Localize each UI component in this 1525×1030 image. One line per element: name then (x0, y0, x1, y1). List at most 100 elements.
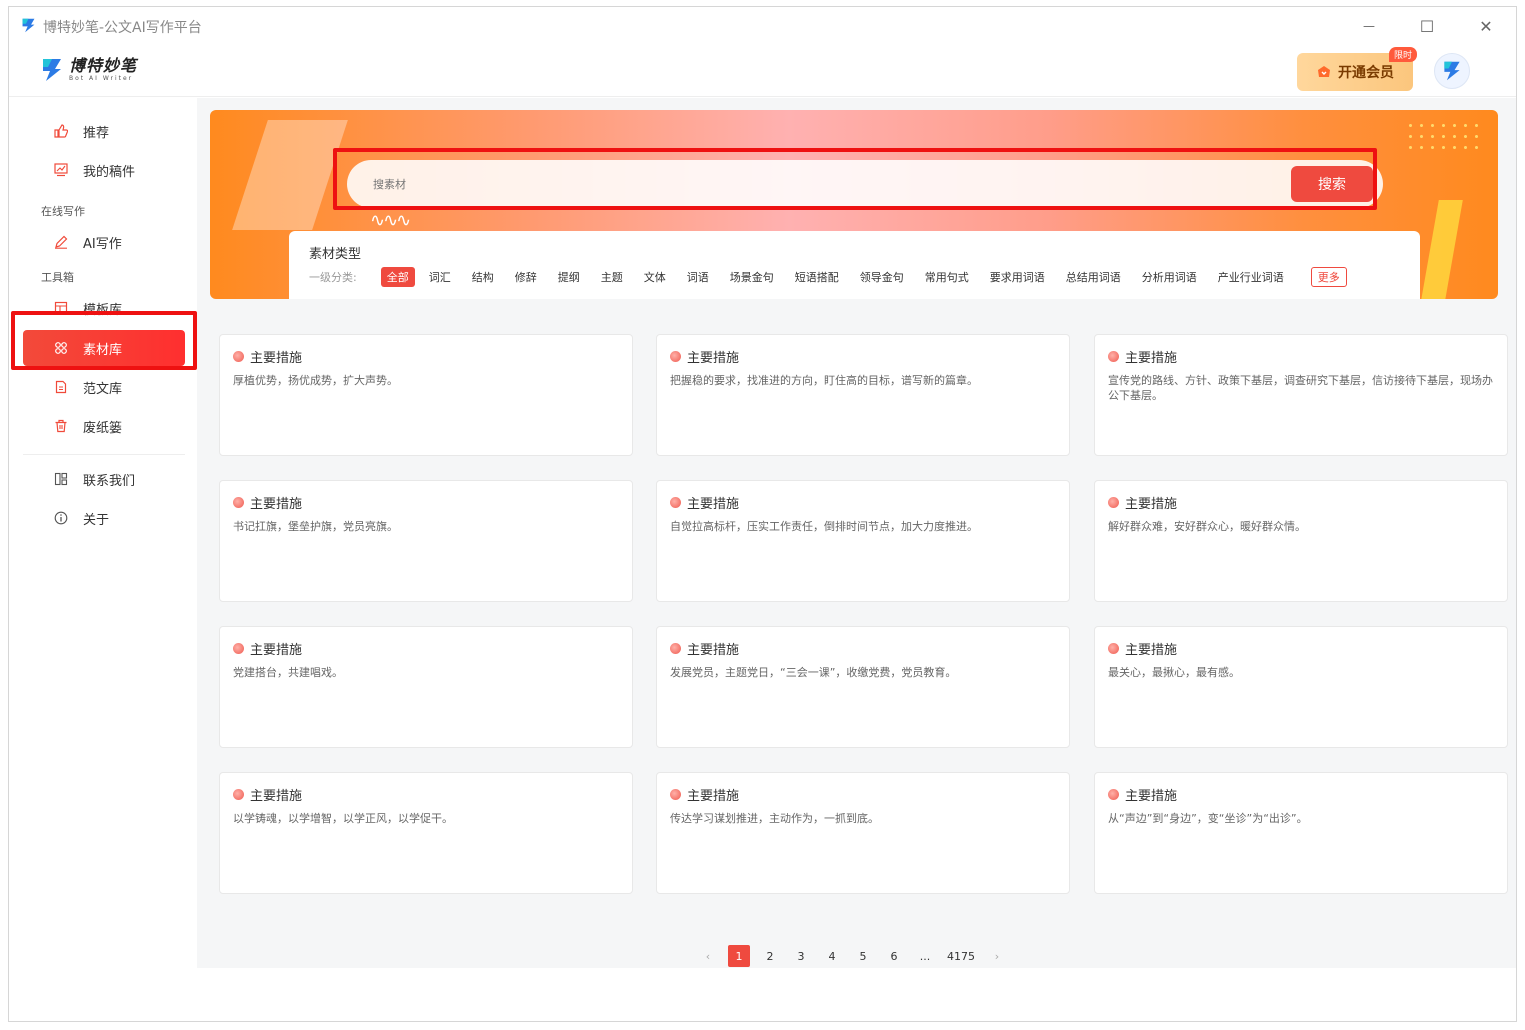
page-button[interactable]: 3 (790, 945, 812, 967)
search-bar: 搜索 (347, 160, 1383, 208)
bullet-dot-icon (233, 497, 244, 508)
brand-subtitle: Bot AI Writer (69, 75, 134, 82)
close-button[interactable]: ✕ (1471, 13, 1501, 39)
minimize-icon: — (1363, 19, 1375, 33)
page-ellipsis[interactable]: ... (914, 945, 936, 967)
bullet-dot-icon (670, 643, 681, 654)
user-avatar[interactable] (1434, 53, 1470, 89)
material-card[interactable]: 主要措施 发展党员，主题党日，“三会一课”，收缴党费，党员教育。 (656, 626, 1070, 748)
card-title: 主要措施 (687, 351, 740, 366)
sidebar-item-trash[interactable]: 废纸篓 (23, 408, 185, 444)
category-chip[interactable]: 要求用词语 (990, 267, 1045, 287)
card-title: 主要措施 (250, 351, 303, 366)
sidebar-divider (23, 454, 185, 455)
material-card[interactable]: 主要措施厚植优势，扬优成势，扩大声势。 (219, 334, 633, 456)
category-chip[interactable]: 分析用词语 (1142, 267, 1197, 287)
card-text: 从“声边”到“身边”，变“坐诊”为“出诊”。 (1108, 812, 1308, 825)
sidebar: 推荐 我的稿件 在线写作 AI写作 工具箱 模板库 素材库 范文库 废纸篓 联系… (9, 98, 197, 1021)
page-button[interactable]: 6 (883, 945, 905, 967)
card-header: 主要措施 (1108, 639, 1177, 658)
maximize-icon: ☐ (1419, 16, 1435, 36)
sidebar-item-recommend[interactable]: 推荐 (23, 113, 185, 149)
material-card[interactable]: 主要措施从“声边”到“身边”，变“坐诊”为“出诊”。 (1094, 772, 1508, 894)
sidebar-item-contact[interactable]: 联系我们 (23, 461, 185, 497)
sidebar-item-label: 我的稿件 (83, 164, 136, 180)
sidebar-item-sample-essays[interactable]: 范文库 (23, 369, 185, 405)
pagination: ‹ 1 2 3 4 5 6... 4175 › (697, 945, 1017, 967)
category-chip[interactable]: 提纲 (558, 267, 580, 287)
category-chip[interactable]: 词汇 (429, 267, 451, 287)
bullet-dot-icon (1108, 351, 1119, 362)
category-chip[interactable]: 领导金句 (860, 267, 904, 287)
category-chip[interactable]: 常用句式 (925, 267, 969, 287)
card-header: 主要措施 (233, 785, 302, 804)
search-input[interactable] (347, 160, 1291, 208)
banner-decoration (1421, 200, 1463, 299)
category-chip[interactable]: 修辞 (515, 267, 537, 287)
card-header: 主要措施 (670, 785, 739, 804)
category-chip[interactable]: 主题 (601, 267, 623, 287)
bullet-dot-icon (233, 789, 244, 800)
material-card[interactable]: 主要措施 解好群众难，安好群众心，暖好群众情。 (1094, 480, 1508, 602)
crown-icon (1318, 66, 1330, 77)
card-text: 党建搭台，共建唱戏。 (233, 666, 343, 679)
category-chip[interactable]: 词语 (687, 267, 709, 287)
sidebar-item-about[interactable]: 关于 (23, 500, 185, 536)
page-button[interactable]: 4 (821, 945, 843, 967)
card-text: 厚植优势，扬优成势，扩大声势。 (233, 374, 398, 387)
category-chip[interactable]: 产业行业词语 (1218, 267, 1284, 287)
category-panel: 素材类型 一级分类: 全部 词汇 结构 修辞 提纲 主题 文体 词语 场景金句 短语搭配 领导金句 常… (289, 231, 1420, 299)
material-card[interactable]: 主要措施 把握稳的要求，找准进的方向，盯住高的目标，谱写新的篇章。 (656, 334, 1070, 456)
material-card[interactable]: 主要措施传达学习谋划推进，主动作为，一抓到底。 (656, 772, 1070, 894)
limited-time-badge: 限时 (1389, 47, 1418, 62)
page-button[interactable]: 2 (759, 945, 781, 967)
category-chip[interactable]: 文体 (644, 267, 666, 287)
card-header: 主要措施 (670, 493, 739, 512)
sidebar-item-label: 推荐 (83, 125, 110, 141)
category-chip[interactable]: 场景金句 (730, 267, 774, 287)
card-title: 主要措施 (687, 643, 740, 658)
category-chip[interactable]: 结构 (472, 267, 494, 287)
window-title: 博特妙笔-公文AI写作平台 (43, 20, 202, 36)
sidebar-item-ai-write[interactable]: AI写作 (23, 224, 185, 260)
material-card[interactable]: 主要措施 最关心，最揪心，最有感。 (1094, 626, 1508, 748)
sidebar-item-templates[interactable]: 模板库 (23, 290, 185, 326)
next-page-button[interactable]: › (986, 945, 1008, 967)
category-chip[interactable]: 全部 (380, 267, 415, 287)
category-chip[interactable]: 总结用词语 (1066, 267, 1121, 287)
sidebar-item-label: 关于 (83, 512, 110, 528)
card-text: 书记扛旗，堡垒护旗，党员亮旗。 (233, 520, 398, 533)
maximize-button[interactable]: ☐ (1412, 13, 1442, 39)
card-title: 主要措施 (1125, 789, 1178, 804)
sidebar-item-label: 联系我们 (83, 473, 136, 489)
material-card[interactable]: 主要措施 书记扛旗，堡垒护旗，党员亮旗。 (219, 480, 633, 602)
material-card[interactable]: 主要措施 党建搭台，共建唱戏。 (219, 626, 633, 748)
info-icon (53, 510, 69, 526)
page-button[interactable]: 1 (728, 945, 750, 967)
minimize-button[interactable]: — (1354, 13, 1384, 39)
banner-decoration (232, 120, 348, 230)
search-button[interactable]: 搜索 (1291, 166, 1373, 202)
more-categories-button[interactable]: 更多 (1310, 267, 1347, 287)
sidebar-item-my-drafts[interactable]: 我的稿件 (23, 152, 185, 188)
card-text: 传达学习谋划推进，主动作为，一抓到底。 (670, 812, 879, 825)
app-window: 博特妙笔-公文AI写作平台 — ☐ ✕ 博特妙笔 Bot AI Writer 开… (8, 6, 1517, 1022)
last-page-button[interactable]: 4175 (945, 945, 977, 967)
bullet-dot-icon (670, 497, 681, 508)
category-chip[interactable]: 短语搭配 (795, 267, 839, 287)
section-online-writing: 在线写作 (41, 205, 85, 218)
card-header: 主要措施 (233, 347, 302, 366)
material-card[interactable]: 主要措施 自觉拉高标杆，压实工作责任，倒排时间节点，加大力度推进。 (656, 480, 1070, 602)
bullet-dot-icon (233, 643, 244, 654)
material-card[interactable]: 主要措施 宣传党的路线、方针、政策下基层，调查研究下基层，信访接待下基层，现场办公… (1094, 334, 1508, 456)
bullet-dot-icon (1108, 497, 1119, 508)
vip-label: 开通会员 (1338, 65, 1394, 81)
pen-icon (53, 234, 69, 250)
prev-page-button[interactable]: ‹ (697, 945, 719, 967)
bullet-dot-icon (670, 351, 681, 362)
bullet-dot-icon (233, 351, 244, 362)
page-button[interactable]: 5 (852, 945, 874, 967)
material-card[interactable]: 主要措施 以学铸魂，以学增智，以学正风，以学促干。 (219, 772, 633, 894)
grid-icon (53, 340, 69, 356)
sidebar-item-materials[interactable]: 素材库 (23, 330, 185, 366)
